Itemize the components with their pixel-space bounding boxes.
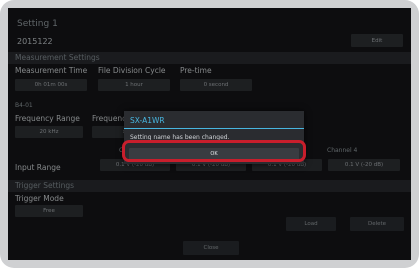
ok-button-highlight-outline [122, 140, 306, 162]
dialog-title-divider [124, 128, 304, 129]
dialog-title: SX-A1WR [130, 116, 165, 125]
device-bezel: Setting 1 2015122 Edit Measurement Setti… [0, 0, 419, 268]
screen: Setting 1 2015122 Edit Measurement Setti… [8, 8, 411, 260]
